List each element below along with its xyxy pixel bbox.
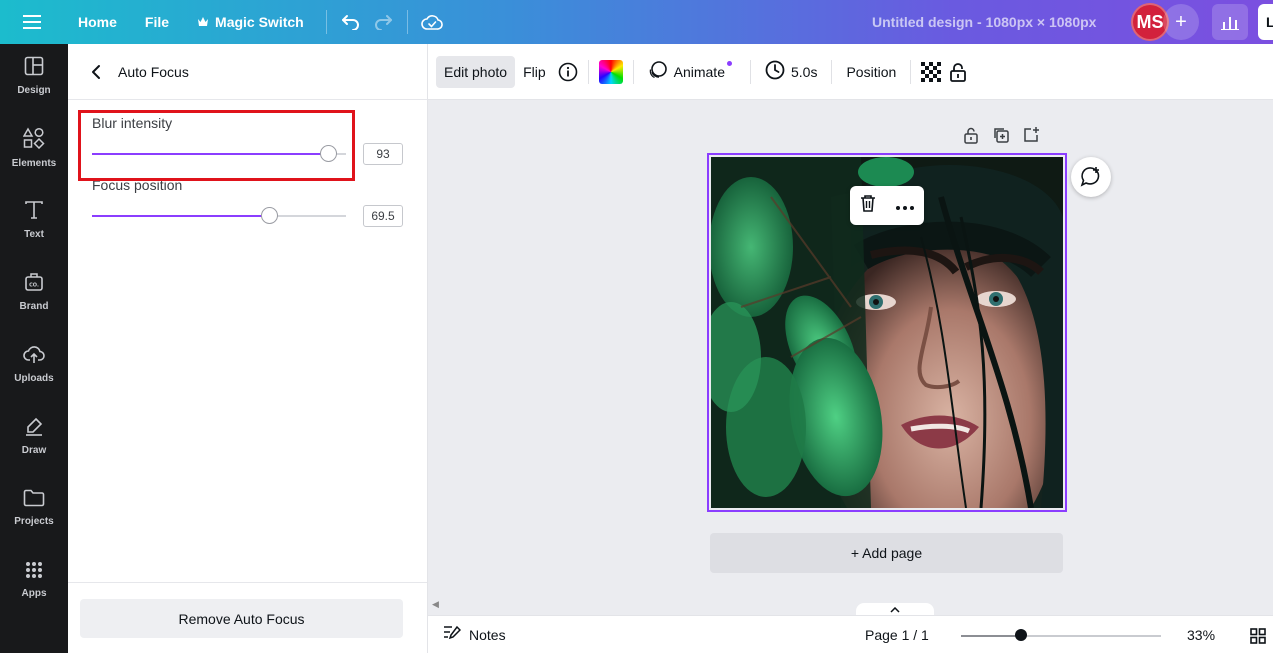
rail-label: Draw: [21, 445, 47, 456]
folder-icon: [23, 489, 45, 512]
add-page-button[interactable]: + Add page: [710, 533, 1063, 573]
pen-icon: [24, 416, 44, 441]
rail-item-elements[interactable]: Elements: [0, 116, 68, 180]
divider: [749, 59, 751, 84]
notes-button[interactable]: Notes: [443, 625, 506, 644]
scroll-left-icon[interactable]: ◀: [432, 599, 439, 610]
crown-icon: [197, 14, 209, 30]
trash-icon[interactable]: [860, 194, 876, 217]
rail-item-apps[interactable]: Apps: [0, 548, 68, 612]
cloud-upload-icon: [23, 344, 45, 369]
lock-page-icon[interactable]: [962, 126, 980, 149]
zoom-fill: [961, 635, 1021, 637]
rail-label: Text: [24, 229, 44, 240]
page-tools: [962, 126, 1040, 149]
rail-label: Apps: [21, 588, 47, 599]
more-options-icon[interactable]: [896, 197, 914, 215]
transparency-icon[interactable]: [917, 56, 945, 88]
home-button[interactable]: Home: [64, 0, 131, 44]
focus-position-slider[interactable]: [92, 207, 346, 224]
rail-item-projects[interactable]: Projects: [0, 476, 68, 540]
highlight-box: [78, 110, 355, 181]
rail-item-draw[interactable]: Draw: [0, 404, 68, 468]
apps-grid-icon: [25, 561, 43, 584]
page-indicator[interactable]: Page 1 / 1: [865, 627, 929, 643]
brand-icon: CO.: [24, 272, 44, 297]
blur-intensity-input[interactable]: 93: [363, 143, 403, 165]
zoom-level[interactable]: 33%: [1187, 627, 1215, 643]
divider: [910, 59, 912, 84]
grid-view-icon[interactable]: [1250, 628, 1266, 649]
rail-label: Elements: [11, 158, 57, 169]
new-indicator: [726, 61, 732, 66]
focus-position-input[interactable]: 69.5: [363, 205, 403, 227]
zoom-slider[interactable]: [961, 629, 1161, 641]
rail-label: Design: [17, 85, 51, 96]
rail-label: Projects: [14, 516, 54, 527]
magic-switch-button[interactable]: Magic Switch: [183, 0, 318, 44]
animate-button[interactable]: Animate: [640, 56, 744, 88]
left-rail: Design Elements Text CO. Brand Uploads D…: [0, 44, 68, 653]
rail-item-text[interactable]: Text: [0, 188, 68, 252]
layout-icon: [24, 56, 44, 81]
duration-label: 5.0s: [790, 63, 818, 80]
cloud-saved-icon[interactable]: [416, 0, 448, 44]
text-icon: [24, 200, 44, 225]
add-collaborator-icon[interactable]: +: [1163, 4, 1199, 40]
back-arrow-icon[interactable]: [74, 44, 118, 100]
analytics-icon[interactable]: [1212, 4, 1248, 40]
animate-label: Animate: [673, 63, 725, 80]
redo-icon[interactable]: [367, 0, 399, 44]
bottom-bar: Notes Page 1 / 1 33%: [428, 615, 1273, 653]
magic-switch-label: Magic Switch: [215, 14, 304, 30]
divider: [587, 59, 589, 84]
divider: [831, 59, 833, 84]
menu-icon[interactable]: [0, 0, 64, 44]
rail-label: Brand: [19, 301, 49, 312]
undo-icon[interactable]: [335, 0, 367, 44]
element-quick-menu: [850, 186, 924, 225]
rail-item-design[interactable]: Design: [0, 44, 68, 108]
divider: [632, 59, 634, 84]
divider: [325, 10, 327, 34]
animate-icon: [648, 60, 668, 83]
add-page-icon[interactable]: [1022, 126, 1040, 149]
rail-item-uploads[interactable]: Uploads: [0, 332, 68, 396]
add-comment-icon[interactable]: [1071, 157, 1111, 197]
position-button[interactable]: Position: [838, 56, 904, 88]
rail-item-brand[interactable]: CO. Brand: [0, 260, 68, 324]
file-menu[interactable]: File: [131, 0, 183, 44]
panel-title: Auto Focus: [118, 63, 189, 80]
notes-label: Notes: [469, 626, 506, 643]
rail-label: Uploads: [14, 373, 54, 384]
edit-photo-button[interactable]: Edit photo: [436, 55, 516, 88]
zoom-handle[interactable]: [1015, 629, 1027, 641]
divider: [406, 10, 408, 34]
color-picker-icon[interactable]: [595, 56, 627, 88]
shapes-icon: [22, 127, 45, 154]
flip-button[interactable]: Flip: [515, 56, 554, 88]
auto-focus-panel: Auto Focus Blur intensity 93 Focus posit…: [68, 44, 428, 653]
panel-header: Auto Focus: [68, 44, 427, 100]
notes-icon: [443, 625, 462, 644]
duplicate-page-icon[interactable]: [992, 126, 1010, 149]
slider-handle[interactable]: [260, 207, 278, 224]
context-toolbar: Edit photo Flip Animate 5.0s Position: [428, 44, 1273, 100]
info-icon[interactable]: [554, 56, 582, 88]
design-title[interactable]: Untitled design - 1080px × 1080px: [872, 0, 1096, 44]
share-button[interactable]: L: [1258, 4, 1273, 40]
clock-icon: [765, 60, 785, 83]
svg-text:CO.: CO.: [29, 283, 39, 289]
top-bar: Home File Magic Switch Untitled design -…: [0, 0, 1273, 44]
remove-auto-focus-button[interactable]: Remove Auto Focus: [80, 599, 403, 638]
duration-button[interactable]: 5.0s: [757, 56, 825, 88]
slider-fill: [92, 215, 269, 217]
lock-icon[interactable]: [945, 56, 971, 88]
panel-footer: Remove Auto Focus: [68, 582, 427, 653]
